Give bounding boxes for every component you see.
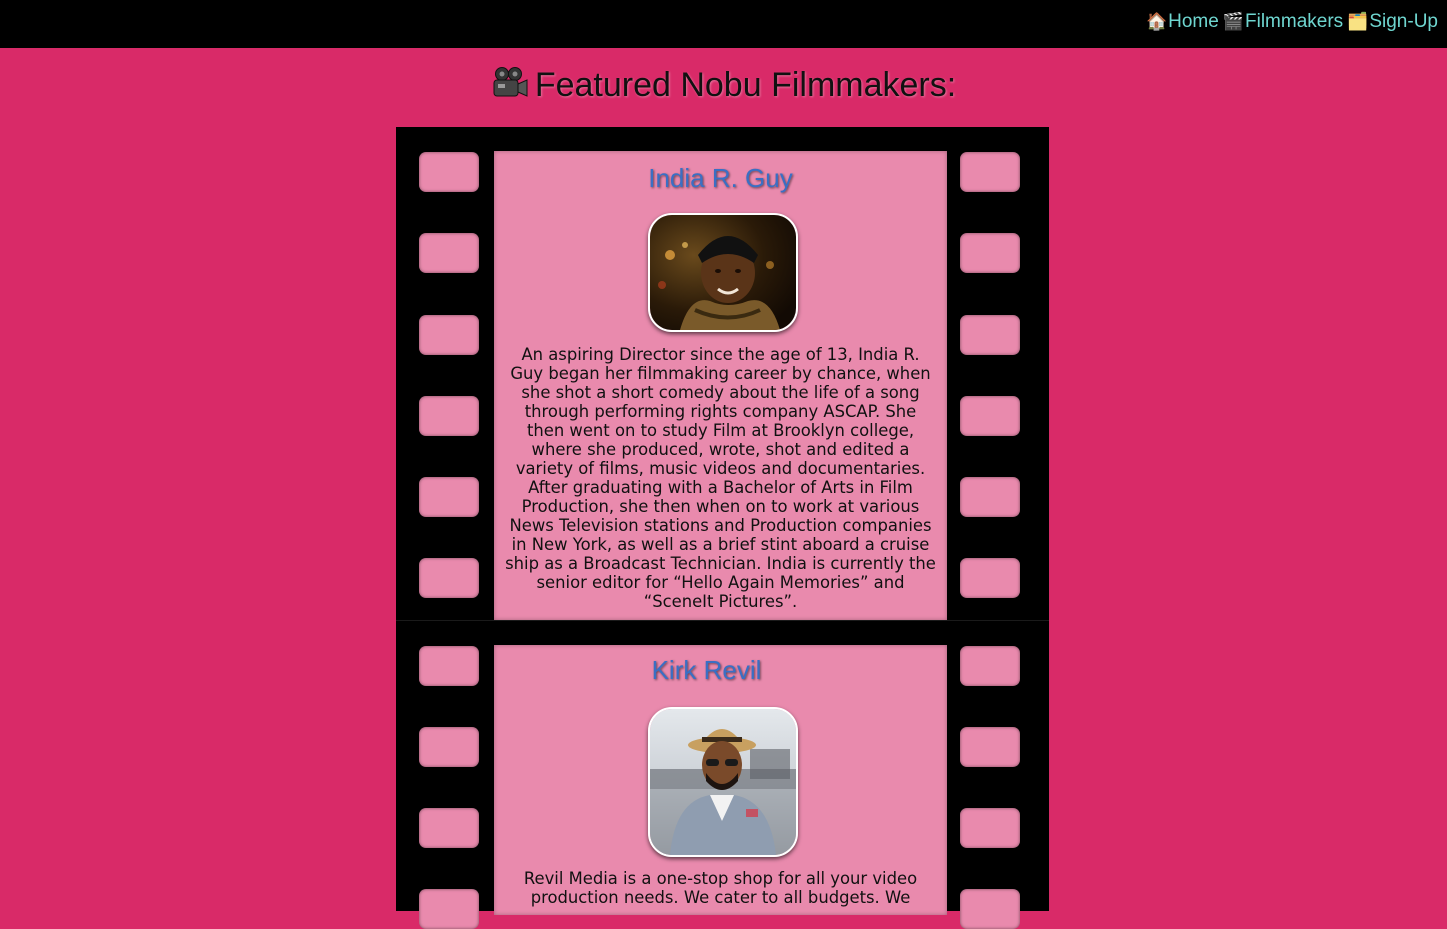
film-sprocket-hole (419, 889, 479, 929)
film-sprocket-hole (960, 808, 1020, 848)
film-sprocket-hole (419, 233, 479, 273)
filmmaker-card: Kirk Revil Revil Media is a one-stop sho… (396, 620, 1049, 929)
page-title-text: Featured Nobu Filmmakers: (534, 66, 957, 104)
filmmaker-photo-image (650, 215, 796, 330)
main-nav: 🏠 Home 🎬 Filmmakers 🗂️ Sign-Up (1146, 11, 1438, 33)
filmmaker-photo-image (650, 709, 796, 855)
film-sprocket-hole (960, 315, 1020, 355)
nav-signup-label: Sign-Up (1369, 11, 1438, 32)
film-sprocket-hole (419, 808, 479, 848)
film-sprocket-hole (960, 558, 1020, 598)
film-sprocket-hole (960, 477, 1020, 517)
nav-signup-link[interactable]: 🗂️ Sign-Up (1347, 11, 1438, 33)
nav-filmmakers-label: Filmmakers (1245, 11, 1344, 32)
filmmaker-name: Kirk Revil (651, 655, 762, 685)
nav-home-label: Home (1168, 11, 1219, 32)
filmmaker-bio: Revil Media is a one-stop shop for all y… (523, 869, 918, 907)
film-sprocket-hole (419, 152, 479, 192)
film-sprocket-hole (960, 152, 1020, 192)
film-sprocket-hole (960, 727, 1020, 767)
nav-filmmakers-link[interactable]: 🎬 Filmmakers (1223, 11, 1343, 33)
filmmaker-photo (648, 213, 798, 332)
film-sprocket-hole (419, 477, 479, 517)
filmmaker-card: India R. Guy An aspiring Director since … (396, 127, 1049, 620)
page-title: Featured Nobu Filmmakers: (0, 66, 1447, 105)
card-index-icon: 🗂️ (1347, 12, 1369, 31)
film-sprocket-hole (419, 396, 479, 436)
film-sprocket-hole (419, 558, 479, 598)
video-camera-icon (493, 67, 528, 97)
filmmaker-photo (648, 707, 798, 857)
film-sprocket-hole (419, 727, 479, 767)
top-navbar: 🏠 Home 🎬 Filmmakers 🗂️ Sign-Up (0, 0, 1447, 48)
film-sprocket-hole (960, 646, 1020, 686)
house-icon: 🏠 (1145, 12, 1168, 31)
nav-home-link[interactable]: 🏠 Home (1146, 11, 1219, 33)
film-frame: India R. Guy An aspiring Director since … (494, 151, 947, 620)
film-sprocket-hole (960, 233, 1020, 273)
film-sprocket-hole (960, 396, 1020, 436)
film-sprocket-hole (419, 315, 479, 355)
film-frame: Kirk Revil Revil Media is a one-stop sho… (494, 645, 947, 915)
filmmaker-name: India R. Guy (648, 163, 793, 193)
filmmaker-bio: An aspiring Director since the age of 13… (505, 345, 936, 611)
film-sprocket-hole (419, 646, 479, 686)
film-sprocket-hole (960, 889, 1020, 929)
clapperboard-icon: 🎬 (1222, 12, 1244, 31)
